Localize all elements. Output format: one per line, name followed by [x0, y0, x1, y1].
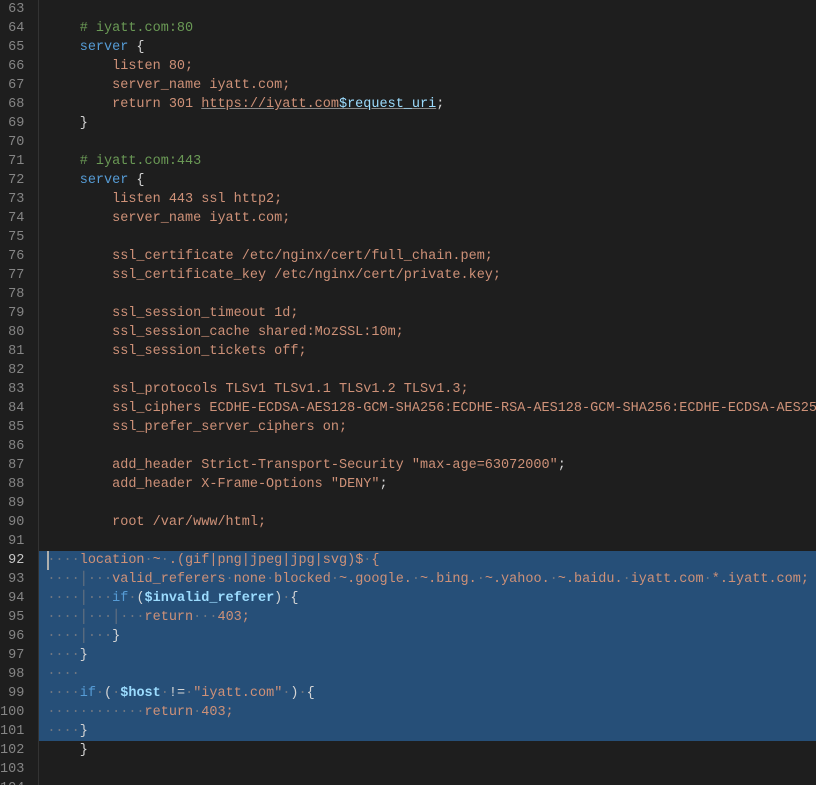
line-number: 91: [0, 532, 24, 551]
code-line[interactable]: ssl_session_tickets off;: [39, 342, 816, 361]
code-line[interactable]: [39, 760, 816, 779]
line-number: 65: [0, 38, 24, 57]
code-line[interactable]: [39, 285, 816, 304]
line-number: 88: [0, 475, 24, 494]
code-line[interactable]: [39, 0, 816, 19]
line-number: 93: [0, 570, 24, 589]
line-number: 97: [0, 646, 24, 665]
code-line[interactable]: ····│···}: [39, 627, 816, 646]
code-line[interactable]: ····│···│···return···403;: [39, 608, 816, 627]
line-number: 102: [0, 741, 24, 760]
line-number: 99: [0, 684, 24, 703]
code-line[interactable]: ····}: [39, 722, 816, 741]
code-line[interactable]: ssl_protocols TLSv1 TLSv1.1 TLSv1.2 TLSv…: [39, 380, 816, 399]
line-number: 86: [0, 437, 24, 456]
line-number: 66: [0, 57, 24, 76]
line-number: 89: [0, 494, 24, 513]
code-line[interactable]: return 301 https://iyatt.com$request_uri…: [39, 95, 816, 114]
line-number-gutter: 6364656667686970717273747576777879808182…: [0, 0, 38, 785]
code-line[interactable]: server {: [39, 171, 816, 190]
code-line[interactable]: add_header X-Frame-Options "DENY";: [39, 475, 816, 494]
line-number: 77: [0, 266, 24, 285]
code-line[interactable]: [39, 532, 816, 551]
line-number: 100: [0, 703, 24, 722]
code-line[interactable]: ····│···if·($invalid_referer)·{: [39, 589, 816, 608]
code-line[interactable]: server_name iyatt.com;: [39, 76, 816, 95]
line-number: 79: [0, 304, 24, 323]
code-line[interactable]: ····if·(·$host·!=·"iyatt.com"·)·{: [39, 684, 816, 703]
line-number: 74: [0, 209, 24, 228]
code-line[interactable]: ····}: [39, 646, 816, 665]
line-number: 64: [0, 19, 24, 38]
code-line[interactable]: [39, 228, 816, 247]
code-line[interactable]: [39, 361, 816, 380]
line-number: 70: [0, 133, 24, 152]
code-line[interactable]: listen 443 ssl http2;: [39, 190, 816, 209]
line-number: 82: [0, 361, 24, 380]
code-line[interactable]: [39, 779, 816, 785]
code-line[interactable]: root /var/www/html;: [39, 513, 816, 532]
code-line[interactable]: server {: [39, 38, 816, 57]
code-line[interactable]: [39, 437, 816, 456]
line-number: 104: [0, 779, 24, 785]
line-number: 94: [0, 589, 24, 608]
line-number: 76: [0, 247, 24, 266]
line-number: 80: [0, 323, 24, 342]
line-number: 84: [0, 399, 24, 418]
line-number: 98: [0, 665, 24, 684]
code-line[interactable]: ssl_certificate_key /etc/nginx/cert/priv…: [39, 266, 816, 285]
line-number: 83: [0, 380, 24, 399]
line-number: 95: [0, 608, 24, 627]
code-line[interactable]: ssl_session_timeout 1d;: [39, 304, 816, 323]
code-line[interactable]: server_name iyatt.com;: [39, 209, 816, 228]
line-number: 103: [0, 760, 24, 779]
code-line[interactable]: ····: [39, 665, 816, 684]
code-line[interactable]: }: [39, 114, 816, 133]
line-number: 63: [0, 0, 24, 19]
line-number: 96: [0, 627, 24, 646]
line-number: 87: [0, 456, 24, 475]
line-number: 92: [0, 551, 24, 570]
code-line[interactable]: }: [39, 741, 816, 760]
line-number: 71: [0, 152, 24, 171]
code-line[interactable]: ssl_prefer_server_ciphers on;: [39, 418, 816, 437]
code-line[interactable]: ssl_ciphers ECDHE-ECDSA-AES128-GCM-SHA25…: [39, 399, 816, 418]
code-line[interactable]: listen 80;: [39, 57, 816, 76]
code-line[interactable]: [39, 494, 816, 513]
code-line[interactable]: [39, 133, 816, 152]
line-number: 85: [0, 418, 24, 437]
code-editor[interactable]: # iyatt.com:80 server { listen 80; serve…: [38, 0, 816, 785]
line-number: 81: [0, 342, 24, 361]
line-number: 73: [0, 190, 24, 209]
cursor: [47, 551, 49, 570]
code-line[interactable]: ssl_session_cache shared:MozSSL:10m;: [39, 323, 816, 342]
code-line[interactable]: # iyatt.com:443: [39, 152, 816, 171]
code-line[interactable]: ············return·403;: [39, 703, 816, 722]
line-number: 90: [0, 513, 24, 532]
line-number: 67: [0, 76, 24, 95]
line-number: 68: [0, 95, 24, 114]
line-number: 75: [0, 228, 24, 247]
line-number: 72: [0, 171, 24, 190]
code-line[interactable]: # iyatt.com:80: [39, 19, 816, 38]
code-line[interactable]: ssl_certificate /etc/nginx/cert/full_cha…: [39, 247, 816, 266]
line-number: 78: [0, 285, 24, 304]
code-line[interactable]: add_header Strict-Transport-Security "ma…: [39, 456, 816, 475]
code-line[interactable]: ····location·~·.(gif|png|jpeg|jpg|svg)$·…: [39, 551, 816, 570]
line-number: 69: [0, 114, 24, 133]
line-number: 101: [0, 722, 24, 741]
code-line[interactable]: ····│···valid_referers·none·blocked·~.go…: [39, 570, 816, 589]
